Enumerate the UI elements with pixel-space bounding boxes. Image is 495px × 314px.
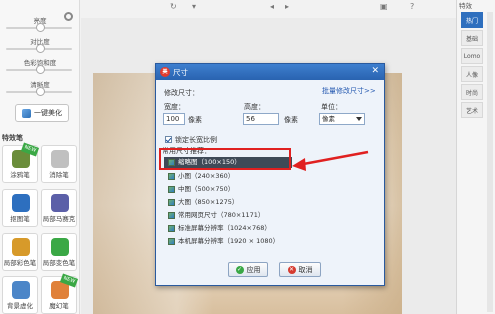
- tool-label: 局部彩色笔: [3, 259, 37, 267]
- chevron-down-icon: [356, 117, 362, 121]
- help-icon[interactable]: ?: [410, 3, 418, 11]
- preset-label: 中图（500×750）: [178, 185, 235, 193]
- tool-local-recolor-pen[interactable]: 局部变色笔: [41, 233, 77, 271]
- blur-bg-icon: [12, 281, 30, 299]
- compare-icon[interactable]: ▣: [380, 3, 388, 11]
- modify-size-label: 修改尺寸：: [164, 89, 199, 97]
- wand-icon: [22, 108, 31, 118]
- preset-label: 标准屏幕分辨率（1024×768）: [178, 224, 271, 232]
- effects-header: 特效: [459, 2, 472, 10]
- tool-label: 局部马赛克: [42, 215, 76, 223]
- preset-item-large[interactable]: 大图（850×1275）: [164, 197, 364, 208]
- mosaic-icon: [51, 194, 69, 212]
- lock-ratio-label: 锁定长宽比例: [175, 136, 217, 144]
- cancel-label: 取消: [298, 265, 313, 274]
- app-window: 亮度 对比度 色彩饱和度 清晰度 一键美化 特效笔 NEW 涂鸦笔 消除笔 抠图…: [0, 0, 495, 314]
- image-icon: [168, 199, 175, 206]
- tool-local-color-pen[interactable]: 局部彩色笔: [2, 233, 38, 271]
- recolor-icon: [51, 238, 69, 256]
- unit-select-value: 像素: [322, 115, 335, 123]
- tool-local-mosaic[interactable]: 局部马赛克: [41, 189, 77, 227]
- height-label: 高度：: [244, 103, 265, 111]
- height-unit: 像素: [284, 116, 298, 124]
- sharpness-knob[interactable]: [36, 87, 45, 96]
- unit-label: 单位：: [321, 103, 342, 111]
- tab-lomo[interactable]: Lomo: [461, 48, 483, 64]
- prev-icon[interactable]: ◂: [270, 3, 278, 11]
- dialog-titlebar[interactable]: 美 尺寸 ✕: [156, 64, 384, 80]
- lock-ratio-checkbox[interactable]: [165, 136, 172, 143]
- preset-item-standard-screen[interactable]: 标准屏幕分辨率（1024×768）: [164, 223, 364, 234]
- cutout-icon: [12, 194, 30, 212]
- tool-magic-pen[interactable]: NEW 魔幻笔: [41, 273, 79, 314]
- unit-select[interactable]: 像素: [319, 113, 365, 125]
- left-panel: 亮度 对比度 色彩饱和度 清晰度 一键美化 特效笔 NEW 涂鸦笔 消除笔 抠图…: [0, 0, 80, 314]
- right-panel: 特效 热门 基础 Lomo 人像 时尚 艺术: [456, 0, 495, 314]
- right-scrollbar[interactable]: [487, 12, 493, 312]
- tool-label: 局部变色笔: [42, 259, 76, 267]
- preset-item-medium[interactable]: 中图（500×750）: [164, 184, 364, 195]
- eraser-icon: [51, 150, 69, 168]
- tool-cutout-pen[interactable]: 抠图笔: [2, 189, 38, 227]
- tool-background-blur[interactable]: 背景虚化: [2, 276, 38, 314]
- close-icon[interactable]: ✕: [371, 66, 379, 77]
- top-toolbar: ↻ ▾ ◂ ▸ ▣ ?: [80, 0, 456, 18]
- preset-label: 大图（850×1275）: [178, 198, 239, 206]
- apply-label: 应用: [246, 265, 261, 274]
- tool-label: 魔幻笔: [49, 302, 69, 310]
- saturation-knob[interactable]: [36, 65, 45, 74]
- tool-label: 涂鸦笔: [10, 171, 30, 179]
- preset-label: 常用网页尺寸（780×1171）: [178, 211, 265, 219]
- one-key-beautify-label: 一键美化: [34, 109, 62, 117]
- brightness-knob[interactable]: [36, 23, 45, 32]
- tool-label: 背景虚化: [7, 302, 33, 310]
- cancel-icon: ✕: [287, 265, 296, 274]
- contrast-knob[interactable]: [36, 44, 45, 53]
- dropdown-icon[interactable]: ▾: [192, 3, 200, 11]
- preset-label: 小图（240×360）: [178, 172, 235, 180]
- image-icon: [168, 225, 175, 232]
- preset-item-local-screen[interactable]: 本机屏幕分辨率（1920 × 1080）: [164, 236, 364, 247]
- sharpness-slider[interactable]: 清晰度: [0, 79, 80, 97]
- tool-label: 消除笔: [49, 171, 69, 179]
- tool-label: 抠图笔: [10, 215, 30, 223]
- one-key-beautify-button[interactable]: 一键美化: [15, 104, 69, 122]
- preset-label: 本机屏幕分辨率（1920 × 1080）: [178, 237, 280, 245]
- tab-portrait[interactable]: 人像: [461, 66, 483, 82]
- tool-doodle-pen[interactable]: NEW 涂鸦笔: [2, 142, 40, 183]
- dialog-title: 尺寸: [173, 68, 188, 77]
- preset-item-small[interactable]: 小图（240×360）: [164, 171, 364, 182]
- width-label: 宽度：: [164, 103, 185, 111]
- apply-button[interactable]: ✓ 应用: [228, 262, 268, 277]
- rotate-icon[interactable]: ↻: [170, 3, 178, 11]
- tab-fashion[interactable]: 时尚: [461, 84, 483, 100]
- tool-eraser-pen[interactable]: 消除笔: [41, 145, 77, 183]
- color-pen-icon: [12, 238, 30, 256]
- resize-dialog: 美 尺寸 ✕ 修改尺寸： 批量修改尺寸>> 宽度： 100 像素 高度： 56 …: [155, 63, 385, 286]
- image-icon: [168, 238, 175, 245]
- app-logo-icon: 美: [160, 67, 170, 77]
- tab-hot[interactable]: 热门: [461, 12, 483, 28]
- brightness-slider[interactable]: 亮度: [0, 15, 80, 33]
- cancel-button[interactable]: ✕ 取消: [279, 262, 321, 277]
- batch-resize-link[interactable]: 批量修改尺寸>>: [322, 86, 376, 96]
- height-input[interactable]: 56: [243, 113, 279, 125]
- preset-item-web[interactable]: 常用网页尺寸（780×1171）: [164, 210, 364, 221]
- tab-basic[interactable]: 基础: [461, 30, 483, 46]
- image-icon: [168, 212, 175, 219]
- saturation-slider[interactable]: 色彩饱和度: [0, 57, 80, 75]
- effect-pen-section-title: 特效笔: [2, 134, 23, 142]
- highlight-box: [159, 148, 291, 170]
- image-icon: [168, 186, 175, 193]
- width-unit: 像素: [188, 116, 202, 124]
- width-input[interactable]: 100: [163, 113, 185, 125]
- check-icon: ✓: [235, 265, 244, 274]
- contrast-slider[interactable]: 对比度: [0, 36, 80, 54]
- next-icon[interactable]: ▸: [285, 3, 293, 11]
- tab-art[interactable]: 艺术: [461, 102, 483, 118]
- image-icon: [168, 173, 175, 180]
